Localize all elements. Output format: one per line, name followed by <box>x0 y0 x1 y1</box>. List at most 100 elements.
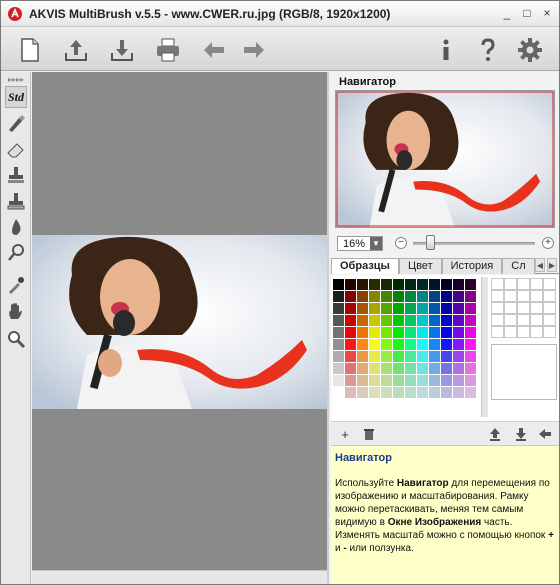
color-swatch[interactable] <box>345 327 356 338</box>
image-window[interactable] <box>32 72 327 570</box>
color-swatch[interactable] <box>441 279 452 290</box>
zoom-icon[interactable] <box>5 328 27 350</box>
custom-swatch-slot[interactable] <box>517 302 530 314</box>
color-swatch[interactable] <box>333 279 344 290</box>
color-swatch[interactable] <box>405 327 416 338</box>
color-swatch[interactable] <box>357 303 368 314</box>
custom-swatch-slot[interactable] <box>504 302 517 314</box>
color-swatch[interactable] <box>393 363 404 374</box>
color-swatch[interactable] <box>453 315 464 326</box>
color-swatch[interactable] <box>345 303 356 314</box>
add-swatch-button[interactable]: + <box>337 426 353 442</box>
navigator-preview[interactable] <box>335 90 555 228</box>
color-swatch[interactable] <box>333 291 344 302</box>
custom-swatch-slot[interactable] <box>491 290 504 302</box>
color-swatch[interactable] <box>429 303 440 314</box>
custom-swatch-slot[interactable] <box>491 278 504 290</box>
color-swatch[interactable] <box>405 351 416 362</box>
color-swatch[interactable] <box>453 303 464 314</box>
color-swatch[interactable] <box>441 387 452 398</box>
color-swatch[interactable] <box>393 351 404 362</box>
zoom-slider-thumb[interactable] <box>426 235 436 250</box>
custom-swatch-slot[interactable] <box>504 290 517 302</box>
color-swatch[interactable] <box>465 363 476 374</box>
color-swatch[interactable] <box>405 387 416 398</box>
color-swatch[interactable] <box>405 315 416 326</box>
color-swatch[interactable] <box>357 291 368 302</box>
save-palette-icon[interactable] <box>513 426 529 442</box>
color-swatch[interactable] <box>333 363 344 374</box>
settings-gear-icon[interactable] <box>517 37 543 63</box>
color-swatch[interactable] <box>441 327 452 338</box>
color-swatch[interactable] <box>369 315 380 326</box>
color-swatch[interactable] <box>345 387 356 398</box>
color-swatch[interactable] <box>333 327 344 338</box>
color-swatch[interactable] <box>369 351 380 362</box>
color-swatch[interactable] <box>453 387 464 398</box>
color-swatch[interactable] <box>429 363 440 374</box>
color-swatch[interactable] <box>357 339 368 350</box>
color-swatch[interactable] <box>441 351 452 362</box>
tab-swatches[interactable]: Образцы <box>331 258 399 274</box>
upload-icon[interactable] <box>63 37 89 63</box>
color-swatch[interactable] <box>393 279 404 290</box>
tab-scroll-right-button[interactable]: ▶ <box>547 258 557 272</box>
custom-swatch-slot[interactable] <box>517 314 530 326</box>
color-swatch[interactable] <box>369 327 380 338</box>
color-swatch[interactable] <box>417 375 428 386</box>
custom-swatch-slot[interactable] <box>543 314 556 326</box>
color-swatch[interactable] <box>441 339 452 350</box>
color-swatch[interactable] <box>345 279 356 290</box>
color-swatch[interactable] <box>465 339 476 350</box>
color-swatch[interactable] <box>357 315 368 326</box>
download-icon[interactable] <box>109 37 135 63</box>
color-swatch[interactable] <box>465 327 476 338</box>
color-swatch[interactable] <box>333 339 344 350</box>
custom-swatch-slot[interactable] <box>491 302 504 314</box>
color-swatch[interactable] <box>465 375 476 386</box>
eyedropper-icon[interactable] <box>5 274 27 296</box>
custom-swatch-slot[interactable] <box>530 278 543 290</box>
color-swatch[interactable] <box>417 339 428 350</box>
color-swatch[interactable] <box>345 375 356 386</box>
maximize-button[interactable]: □ <box>521 6 533 20</box>
color-swatch[interactable] <box>333 375 344 386</box>
custom-swatch-slot[interactable] <box>530 290 543 302</box>
back-arrow-icon[interactable] <box>537 426 553 442</box>
custom-swatch-slot[interactable] <box>530 302 543 314</box>
color-swatch[interactable] <box>453 363 464 374</box>
color-swatch[interactable] <box>405 291 416 302</box>
custom-swatch-slot[interactable] <box>504 314 517 326</box>
undo-arrow-icon[interactable] <box>201 37 227 63</box>
color-swatch[interactable] <box>369 375 380 386</box>
canvas-horizontal-scrollbar[interactable] <box>32 570 327 584</box>
color-swatch[interactable] <box>429 375 440 386</box>
smudge-icon[interactable] <box>5 242 27 264</box>
color-swatch[interactable] <box>345 339 356 350</box>
custom-swatch-slot[interactable] <box>543 290 556 302</box>
eraser-icon[interactable] <box>5 138 27 160</box>
color-swatch[interactable] <box>453 291 464 302</box>
color-swatch[interactable] <box>393 291 404 302</box>
close-button[interactable]: × <box>541 6 553 20</box>
color-swatch[interactable] <box>393 339 404 350</box>
color-swatch[interactable] <box>393 375 404 386</box>
color-swatch[interactable] <box>393 327 404 338</box>
tab-scroll-left-button[interactable]: ◀ <box>535 258 545 272</box>
brush-icon[interactable] <box>5 112 27 134</box>
zoom-combo[interactable]: 16% ▼ <box>337 236 383 251</box>
color-swatch[interactable] <box>417 363 428 374</box>
custom-swatch-grid[interactable] <box>491 278 557 340</box>
color-swatch[interactable] <box>429 387 440 398</box>
info-icon[interactable] <box>433 37 459 63</box>
std-mode-button[interactable]: Std <box>5 86 27 108</box>
color-swatch[interactable] <box>333 351 344 362</box>
color-swatch[interactable] <box>453 327 464 338</box>
color-swatch[interactable] <box>417 291 428 302</box>
new-document-icon[interactable] <box>17 37 43 63</box>
zoom-in-button[interactable]: + <box>542 237 554 249</box>
panel-splitter[interactable] <box>327 72 329 584</box>
color-swatch[interactable] <box>381 351 392 362</box>
color-swatch[interactable] <box>429 327 440 338</box>
color-swatch[interactable] <box>465 303 476 314</box>
